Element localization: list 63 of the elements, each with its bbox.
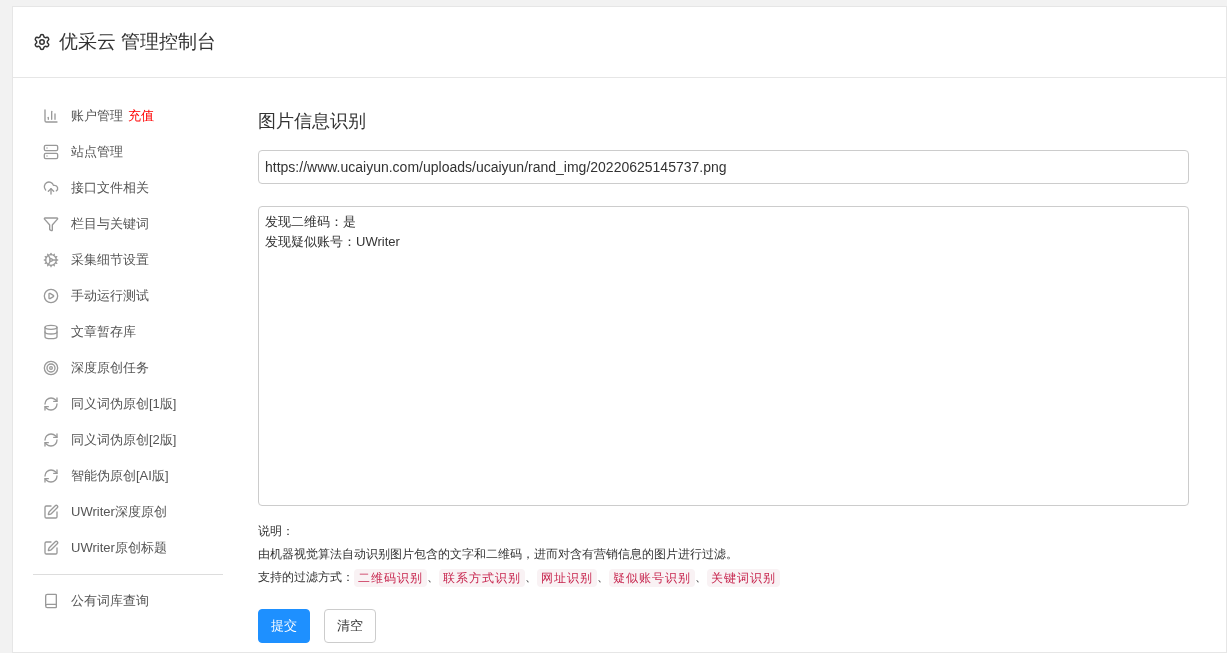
sidebar-item-label: 站点管理 bbox=[71, 143, 123, 162]
methods-label: 支持的过滤方式： bbox=[258, 569, 354, 586]
sidebar-item-label: 文章暂存库 bbox=[71, 323, 136, 342]
sidebar-item[interactable]: 智能伪原创[AI版] bbox=[33, 458, 223, 494]
sidebar-item[interactable]: 栏目与关键词 bbox=[33, 206, 223, 242]
separator: 、 bbox=[525, 569, 537, 586]
separator: 、 bbox=[427, 569, 439, 586]
sidebar-item-label: 同义词伪原创[2版] bbox=[71, 431, 177, 450]
sidebar-item[interactable]: 接口文件相关 bbox=[33, 170, 223, 206]
filter-method-tag: 疑似账号识别 bbox=[609, 568, 695, 587]
sidebar-item-label: 同义词伪原创[1版] bbox=[71, 395, 177, 414]
filter-icon bbox=[43, 216, 59, 232]
sidebar-item-label: 手动运行测试 bbox=[71, 287, 149, 306]
sidebar-item[interactable]: 公有词库查询 bbox=[33, 583, 223, 619]
settings-icon bbox=[33, 33, 51, 51]
database-icon bbox=[43, 324, 59, 340]
sidebar-item[interactable]: 账户管理 充值 bbox=[33, 98, 223, 134]
sidebar-item[interactable]: UWriter深度原创 bbox=[33, 494, 223, 530]
sidebar-item[interactable]: 站点管理 bbox=[33, 134, 223, 170]
sidebar-item-label: 账户管理 bbox=[71, 107, 123, 126]
refresh-icon bbox=[43, 468, 59, 484]
clear-button[interactable]: 清空 bbox=[324, 609, 376, 643]
sidebar-item-label: UWriter原创标题 bbox=[71, 539, 167, 558]
server-icon bbox=[43, 144, 59, 160]
sidebar-item-label: 公有词库查询 bbox=[71, 592, 149, 611]
sidebar-item[interactable]: 同义词伪原创[1版] bbox=[33, 386, 223, 422]
page-heading: 图片信息识别 bbox=[258, 110, 367, 133]
result-line: 发现二维码：是 bbox=[265, 213, 356, 231]
sidebar-item-label: 接口文件相关 bbox=[71, 179, 149, 198]
separator: 、 bbox=[597, 569, 609, 586]
bar-chart-icon bbox=[43, 108, 59, 124]
edit-icon bbox=[43, 504, 59, 520]
sidebar-item[interactable]: 手动运行测试 bbox=[33, 278, 223, 314]
sidebar-item[interactable]: UWriter原创标题 bbox=[33, 530, 223, 566]
notes-title: 说明： bbox=[258, 523, 295, 540]
filter-method-tag: 联系方式识别 bbox=[439, 568, 525, 587]
cloud-upload-icon bbox=[43, 180, 59, 196]
target-icon bbox=[43, 360, 59, 376]
url-field[interactable]: https://www.ucaiyun.com/uploads/ucaiyun/rand_img/20220625145737.png bbox=[258, 150, 1189, 184]
notes-description: 由机器视觉算法自动识别图片包含的文字和二维码，进而对含有营销信息的图片进行过滤。 bbox=[258, 546, 739, 563]
sidebar-item[interactable]: 同义词伪原创[2版] bbox=[33, 422, 223, 458]
sidebar-item-label: UWriter深度原创 bbox=[71, 503, 167, 522]
sidebar-item[interactable]: 采集细节设置 bbox=[33, 242, 223, 278]
sidebar-item-label: 采集细节设置 bbox=[71, 251, 149, 270]
filter-method-tag: 网址识别 bbox=[537, 568, 597, 587]
sidebar-item[interactable]: 深度原创任务 bbox=[33, 350, 223, 386]
result-box[interactable]: 发现二维码：是 发现疑似账号：UWriter bbox=[258, 206, 1189, 506]
sidebar-item-label: 栏目与关键词 bbox=[71, 215, 149, 234]
recharge-link[interactable]: 充值 bbox=[128, 106, 154, 126]
play-icon bbox=[43, 288, 59, 304]
refresh-icon bbox=[43, 432, 59, 448]
sidebar-item-label: 深度原创任务 bbox=[71, 359, 149, 378]
separator: 、 bbox=[695, 569, 707, 586]
refresh-icon bbox=[43, 396, 59, 412]
console-title: 优采云 管理控制台 bbox=[59, 29, 217, 54]
sidebar-item-label: 智能伪原创[AI版] bbox=[71, 467, 169, 486]
result-line: 发现疑似账号：UWriter bbox=[265, 233, 400, 251]
book-icon bbox=[43, 593, 59, 609]
filter-method-tag: 二维码识别 bbox=[354, 568, 427, 587]
gears-icon bbox=[43, 252, 59, 268]
filter-method-tag: 关键词识别 bbox=[707, 568, 780, 587]
edit-icon bbox=[43, 540, 59, 556]
sidebar-item[interactable]: 文章暂存库 bbox=[33, 314, 223, 350]
